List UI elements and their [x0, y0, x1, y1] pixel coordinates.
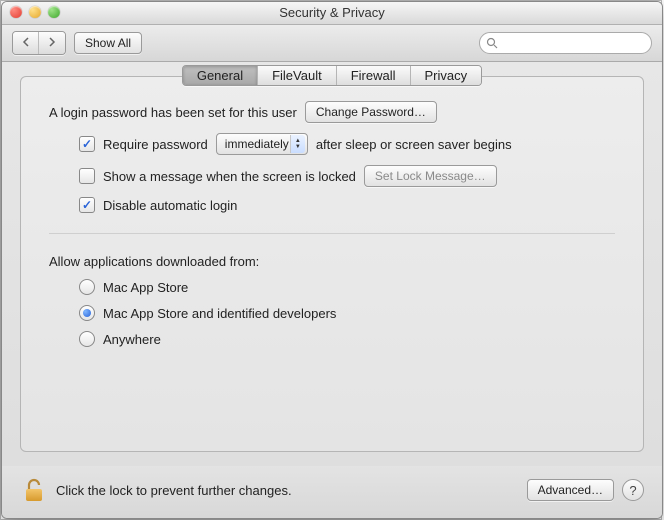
disable-auto-login-checkbox[interactable] [79, 197, 95, 213]
require-password-checkbox[interactable] [79, 136, 95, 152]
lock-open-icon [20, 476, 48, 504]
stepper-arrows-icon: ▲▼ [290, 135, 305, 153]
tab-general[interactable]: General [183, 66, 258, 85]
lock-help-text: Click the lock to prevent further change… [56, 483, 292, 498]
chevron-left-icon [22, 37, 30, 47]
radio-mas-and-dev-label: Mac App Store and identified developers [103, 306, 336, 321]
footer: Click the lock to prevent further change… [2, 466, 662, 518]
tab-firewall[interactable]: Firewall [337, 66, 411, 85]
change-password-button[interactable]: Change Password… [305, 101, 437, 123]
toolbar: Show All [2, 25, 662, 62]
after-sleep-text: after sleep or screen saver begins [316, 137, 512, 152]
titlebar: Security & Privacy [2, 2, 662, 25]
disable-auto-login-label: Disable automatic login [103, 198, 237, 213]
forward-button[interactable] [39, 32, 65, 54]
search-input[interactable] [502, 35, 636, 51]
preferences-window: Security & Privacy Show All General File… [1, 1, 663, 519]
zoom-window-button[interactable] [48, 6, 60, 18]
search-field[interactable] [479, 32, 652, 54]
separator [49, 233, 615, 234]
nav-back-forward [12, 31, 66, 55]
show-all-button[interactable]: Show All [74, 32, 142, 54]
settings-panel: General FileVault Firewall Privacy A log… [20, 76, 644, 452]
lock-button[interactable] [20, 476, 48, 504]
password-delay-popup[interactable]: immediately ▲▼ [216, 133, 308, 155]
radio-anywhere[interactable] [79, 331, 95, 347]
set-lock-message-button[interactable]: Set Lock Message… [364, 165, 497, 187]
tab-privacy[interactable]: Privacy [411, 66, 482, 85]
advanced-button[interactable]: Advanced… [527, 479, 614, 501]
password-delay-value: immediately [225, 137, 289, 151]
radio-mac-app-store-label: Mac App Store [103, 280, 188, 295]
show-message-checkbox[interactable] [79, 168, 95, 184]
chevron-right-icon [48, 37, 56, 47]
search-icon [486, 37, 498, 49]
show-message-label: Show a message when the screen is locked [103, 169, 356, 184]
close-window-button[interactable] [10, 6, 22, 18]
require-password-label: Require password [103, 137, 208, 152]
gatekeeper-heading: Allow applications downloaded from: [49, 254, 259, 269]
minimize-window-button[interactable] [29, 6, 41, 18]
window-title: Security & Privacy [279, 5, 384, 20]
tab-row: General FileVault Firewall Privacy [182, 65, 482, 86]
content-area: General FileVault Firewall Privacy A log… [2, 62, 662, 466]
radio-anywhere-label: Anywhere [103, 332, 161, 347]
back-button[interactable] [13, 32, 39, 54]
tab-filevault[interactable]: FileVault [258, 66, 337, 85]
help-button[interactable]: ? [622, 479, 644, 501]
login-password-text: A login password has been set for this u… [49, 105, 297, 120]
radio-mas-and-dev[interactable] [79, 305, 95, 321]
radio-mac-app-store[interactable] [79, 279, 95, 295]
